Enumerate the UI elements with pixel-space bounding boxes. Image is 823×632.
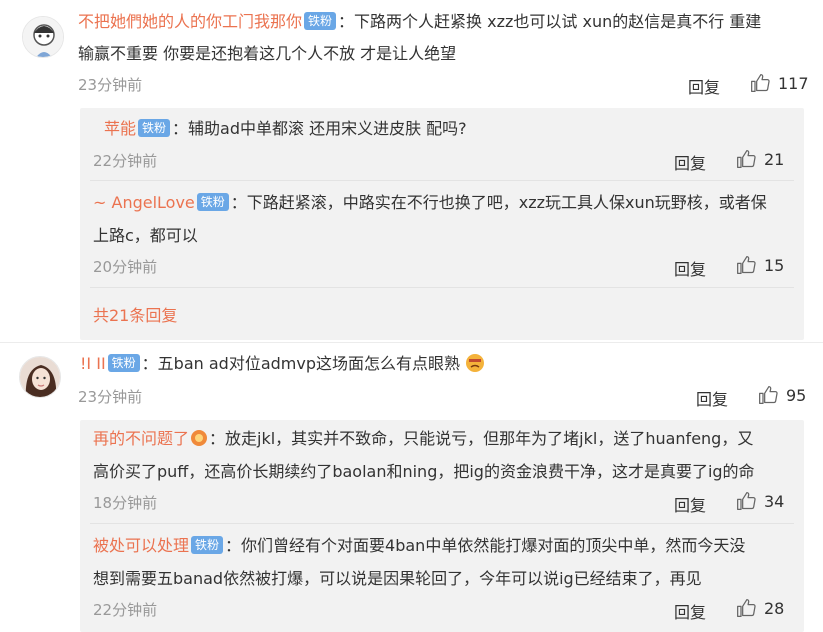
reply-button[interactable]: 回复 xyxy=(688,74,720,98)
comment-text: !I II 铁粉 ：五ban ad对位admvp这场面怎么有点眼熟 xyxy=(80,350,485,378)
username[interactable]: 不把她們她的人的你工门我那你 xyxy=(78,12,302,31)
thumbs-up-icon xyxy=(737,599,756,617)
fan-badge: 铁粉 xyxy=(196,193,229,211)
thumbs-up-icon xyxy=(737,256,756,274)
reply-text: ~ AngelLove 铁粉 ：下路赶紧滚，中路实在不行也换了吧，xzz玩工具人保x… xyxy=(93,193,767,212)
timestamp: 18分钟前 xyxy=(93,494,158,512)
thumbs-up-icon xyxy=(751,74,770,92)
timestamp: 22分钟前 xyxy=(93,601,158,619)
avatar[interactable] xyxy=(19,356,61,398)
thumbs-up-icon xyxy=(737,492,756,510)
like-button[interactable]: 95 xyxy=(758,385,806,405)
fan-badge: 铁粉 xyxy=(138,119,171,137)
username[interactable]: !I II xyxy=(80,354,106,373)
timestamp: 22分钟前 xyxy=(93,152,158,170)
embarrassed-emoji-icon xyxy=(466,354,485,372)
avatar-cartoon-icon xyxy=(23,17,63,57)
like-button[interactable]: 34 xyxy=(736,491,784,511)
comment-text: 不把她們她的人的你工门我那你 铁粉 ：下路两个人赶紧换 xzz也可以试 xun的赵信… xyxy=(78,12,762,31)
reply-button[interactable]: 回复 xyxy=(674,150,706,174)
reply-text: 再的不问题了 ：放走jkl，其实并不致命，只能说亏，但那年为了堵jkl，送了hua… xyxy=(93,429,754,448)
like-button[interactable]: 28 xyxy=(736,598,784,618)
avatar[interactable] xyxy=(22,16,64,58)
badge-emoji-icon xyxy=(191,430,208,446)
like-button[interactable]: 21 xyxy=(736,149,784,169)
divider xyxy=(90,523,794,524)
username[interactable]: 被处可以处理 xyxy=(93,536,189,555)
reply-button[interactable]: 回复 xyxy=(674,599,706,623)
more-replies-link[interactable]: 共21条回复 xyxy=(93,302,177,326)
reply-text-line2: 高价买了puff，还高价长期续约了baolan和ning，把ig的资金浪费干净，… xyxy=(93,462,755,481)
timestamp: 23分钟前 xyxy=(78,388,143,406)
divider xyxy=(90,180,794,181)
thumbs-up-icon xyxy=(737,150,756,168)
fan-badge: 铁粉 xyxy=(304,12,337,30)
divider xyxy=(0,342,823,343)
timestamp: 20分钟前 xyxy=(93,258,158,276)
divider xyxy=(90,287,794,288)
username[interactable]: 再的不问题了 xyxy=(93,429,189,448)
reply-text-line2: 想到需要五banad依然被打爆，可以说是因果轮回了，今年可以说ig已经结束了，再… xyxy=(93,569,702,588)
reply-button[interactable]: 回复 xyxy=(674,492,706,516)
username[interactable]: ~ AngelLove xyxy=(93,193,195,212)
reply-text-line2: 上路c，都可以 xyxy=(93,226,198,245)
like-button[interactable]: 15 xyxy=(736,255,784,275)
avatar-portrait-icon xyxy=(20,357,60,397)
fan-badge: 铁粉 xyxy=(107,354,140,372)
reply-button[interactable]: 回复 xyxy=(696,386,728,410)
comment-text-line2: 输赢不重要 你要是还抱着这几个人不放 才是让人绝望 xyxy=(78,44,457,63)
reply-button[interactable]: 回复 xyxy=(674,256,706,280)
reply-text: 被处可以处理 铁粉 ：你们曾经有个对面要4ban中单依然能打爆对面的顶尖中单，然而今… xyxy=(93,536,746,555)
thumbs-up-icon xyxy=(759,386,778,404)
like-button[interactable]: 117 xyxy=(750,73,809,93)
fan-badge: 铁粉 xyxy=(191,536,224,554)
username[interactable]: 苹能 xyxy=(104,119,136,138)
reply-text: 苹能 铁粉 ：辅助ad中单都滚 还用宋义进皮肤 配吗? xyxy=(104,119,467,138)
timestamp: 23分钟前 xyxy=(78,76,143,94)
